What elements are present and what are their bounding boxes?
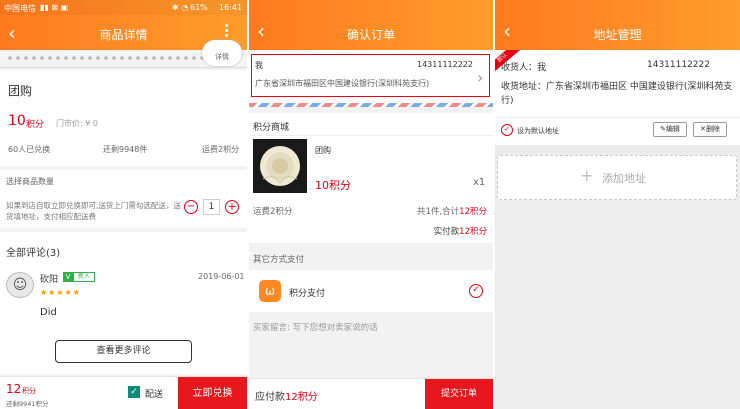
- address-management-panel: ‹ 地址管理 默认 收货人：我 14311112222 收货地址：广东省深圳市福…: [495, 0, 740, 409]
- detail-badge[interactable]: 详情: [202, 40, 242, 66]
- points-pay-icon: ω: [259, 280, 281, 302]
- buyer-message-placeholder: 买家留言: 写下您想对卖家说的话: [253, 323, 378, 333]
- address-card[interactable]: 我 14311112222 广东省深圳市福田区中国建设银行(深圳科苑支行) ›: [249, 50, 493, 103]
- plus-icon: +: [580, 166, 594, 185]
- deliver-label: 配送: [145, 390, 164, 400]
- receiver-name: 收货人：我: [501, 63, 547, 73]
- item-qty: x1: [473, 177, 486, 188]
- address-name: 我: [255, 61, 263, 70]
- footer-price: 12: [6, 382, 22, 396]
- quantity-card: 选择商品数量 如果到店自取立即兑换即可,送货上门需勾选配送，送货填地址，支付相应…: [0, 170, 247, 228]
- quantity-input[interactable]: 1: [203, 199, 220, 215]
- battery-label: 61%: [190, 3, 208, 12]
- footer-stock: 还剩9941积分: [6, 400, 49, 408]
- wifi-icon: ✱ ◔: [172, 3, 189, 12]
- signal-icon: ▮▮ ⊠ ▣: [40, 3, 69, 12]
- chevron-right-icon: ›: [477, 68, 484, 87]
- other-pay-label: 其它方式支付: [253, 255, 305, 265]
- more-icon[interactable]: [222, 22, 230, 42]
- edit-button[interactable]: ✎编辑: [653, 122, 687, 137]
- default-check-icon[interactable]: ✓: [501, 124, 513, 136]
- set-default-label: 设为默认地址: [517, 127, 559, 135]
- submit-order-button[interactable]: 提交订单: [425, 379, 493, 409]
- header-bar: ‹ 确认订单: [249, 0, 493, 50]
- exchanged-count: 60人已兑换: [8, 145, 51, 154]
- price-unit: 积分: [26, 120, 45, 130]
- shipping-fee: 运费2积分: [202, 145, 240, 154]
- market-price: 门市价: ¥ 0: [56, 119, 98, 128]
- divider: [495, 117, 740, 118]
- shipping-fee: 运费2积分: [253, 207, 293, 217]
- order-summary: 共1件,合计12积分: [417, 207, 487, 217]
- page-title: 地址管理: [593, 28, 642, 42]
- carrier-label: 中国电信: [4, 4, 36, 13]
- item-name: 团购: [315, 146, 331, 155]
- review-stars: ★★★★★: [40, 288, 81, 297]
- envelope-stripe: [249, 103, 493, 107]
- receiver-address: 收货地址：广东省深圳市福田区 中国建设银行(深圳科苑支行): [501, 82, 733, 106]
- select-qty-label: 选择商品数量: [6, 177, 54, 186]
- pay-method-row[interactable]: ω 积分支付 ✓: [249, 270, 493, 312]
- address-detail: 广东省深圳市福田区中国建设银行(深圳科苑支行): [255, 79, 430, 88]
- reviews-title: 全部评论(3): [6, 248, 61, 259]
- address-card[interactable]: 默认 收货人：我 14311112222 收货地址：广东省深圳市福田区 中国建设…: [495, 50, 740, 145]
- buy-now-button[interactable]: 立即兑换: [178, 377, 247, 409]
- plus-button[interactable]: +: [225, 200, 239, 214]
- receiver-phone: 14311112222: [647, 60, 710, 70]
- footer-price-unit: 积分: [22, 387, 36, 395]
- review-user: 砍阳: [40, 275, 59, 285]
- pay-selected-icon[interactable]: ✓: [469, 284, 483, 298]
- pager-dots: [6, 55, 206, 61]
- reviews-card: 全部评论(3) ☺ 砍阳 V 新人 2019-06-01 ★★★★★ Did 查…: [0, 232, 247, 374]
- shop-name: 积分商城: [253, 123, 290, 133]
- newbie-badge: 新人: [73, 272, 95, 282]
- review-text: Did: [40, 307, 57, 318]
- deliver-checkbox[interactable]: ✓: [128, 386, 140, 398]
- product-detail-panel: 中国电信 ▮▮ ⊠ ▣ ✱ ◔ 61% 16:41 ‹ 商品详情 详情 团购 1…: [0, 0, 247, 409]
- paid-amount: 实付款12积分: [433, 227, 487, 237]
- minus-button[interactable]: −: [184, 200, 198, 214]
- qty-note: 如果到店自取立即兑换即可,送货上门需勾选配送，送货填地址，支付相应配送费: [6, 201, 181, 221]
- product-info-card: 团购 10 积分 门市价: ¥ 0 60人已兑换 还剩9948件 运费2积分: [0, 70, 247, 166]
- level-badge: V: [63, 272, 73, 282]
- divider: [249, 135, 493, 136]
- item-price: 10积分: [315, 179, 351, 192]
- bottom-bar: 应付款12积分 提交订单: [249, 378, 493, 409]
- add-address-label: 添加地址: [602, 172, 646, 185]
- image-pager: 详情: [0, 40, 247, 68]
- add-address-button[interactable]: + 添加地址: [497, 155, 737, 200]
- product-name: 团购: [8, 84, 33, 98]
- review-date: 2019-06-01: [198, 272, 245, 281]
- more-reviews-button[interactable]: 查看更多评论: [55, 340, 192, 363]
- payable-amount: 应付款12积分: [255, 392, 318, 403]
- order-item-card: 积分商城 团购 10积分 x1 运费2积分 共1件,合计12积分 实付款12积分: [249, 113, 493, 243]
- price-value: 10: [8, 113, 26, 129]
- page-title: 确认订单: [346, 28, 395, 42]
- header-bar: ‹ 地址管理: [495, 0, 740, 50]
- pay-method-label: 积分支付: [289, 289, 326, 299]
- delete-button[interactable]: ✕删除: [693, 122, 727, 137]
- avatar: ☺: [6, 272, 34, 298]
- product-image: [253, 139, 307, 193]
- remaining-count: 还剩9948件: [103, 145, 148, 154]
- bottom-bar: 12 积分 还剩9941积分 ✓ 配送 立即兑换: [0, 376, 247, 409]
- buyer-message-input[interactable]: 买家留言: 写下您想对卖家说的话: [249, 314, 493, 340]
- status-bar: 中国电信 ▮▮ ⊠ ▣ ✱ ◔ 61% 16:41: [0, 0, 247, 15]
- confirm-order-panel: ‹ 确认订单 我 14311112222 广东省深圳市福田区中国建设银行(深圳科…: [249, 0, 493, 409]
- time-label: 16:41: [219, 3, 243, 12]
- address-phone: 14311112222: [417, 60, 473, 69]
